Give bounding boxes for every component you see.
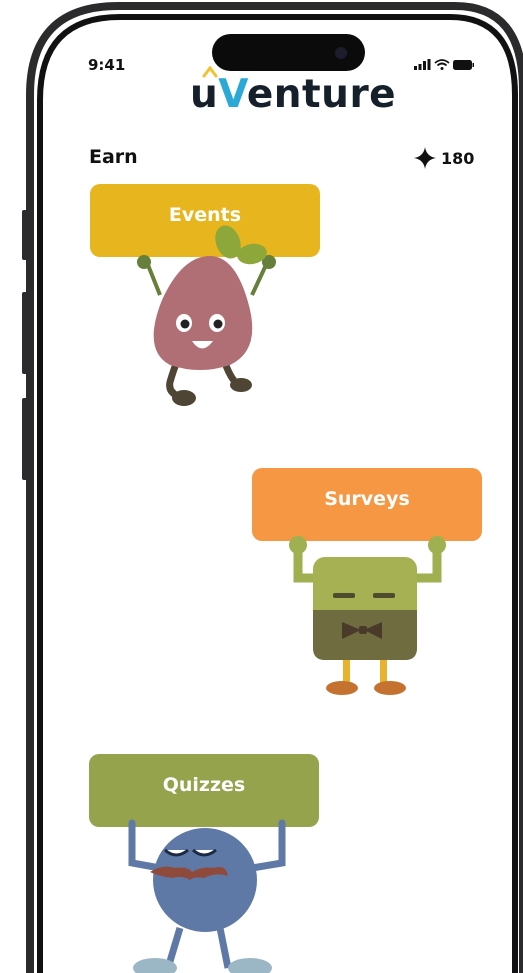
signal-bars-icon (414, 59, 431, 70)
blob-mascot (137, 225, 276, 406)
box-mascot (289, 536, 446, 695)
ball-mascot (128, 819, 286, 973)
status-icons (414, 59, 474, 70)
quizzes-card[interactable]: Quizzes (89, 754, 319, 827)
status-time: 9:41 (88, 56, 126, 74)
logo-accent-icon (202, 66, 218, 78)
surveys-card-label: Surveys (324, 487, 410, 510)
page-title: Earn (89, 146, 138, 168)
battery-icon (453, 60, 474, 70)
quizzes-card-label: Quizzes (162, 773, 246, 796)
points-value: 180 (441, 148, 475, 168)
app-screen: 9:41 uVenture Earn 180 Events Surveys Qu… (0, 0, 523, 973)
app-logo: uVenture (190, 66, 397, 117)
logo-text-accent: V (218, 72, 247, 117)
logo-text-suffix: enture (246, 72, 397, 117)
points-balance: 180 (414, 147, 474, 169)
wifi-icon (434, 59, 450, 70)
logo-text-prefix: u (190, 72, 219, 117)
sparkle-icon (414, 147, 436, 169)
